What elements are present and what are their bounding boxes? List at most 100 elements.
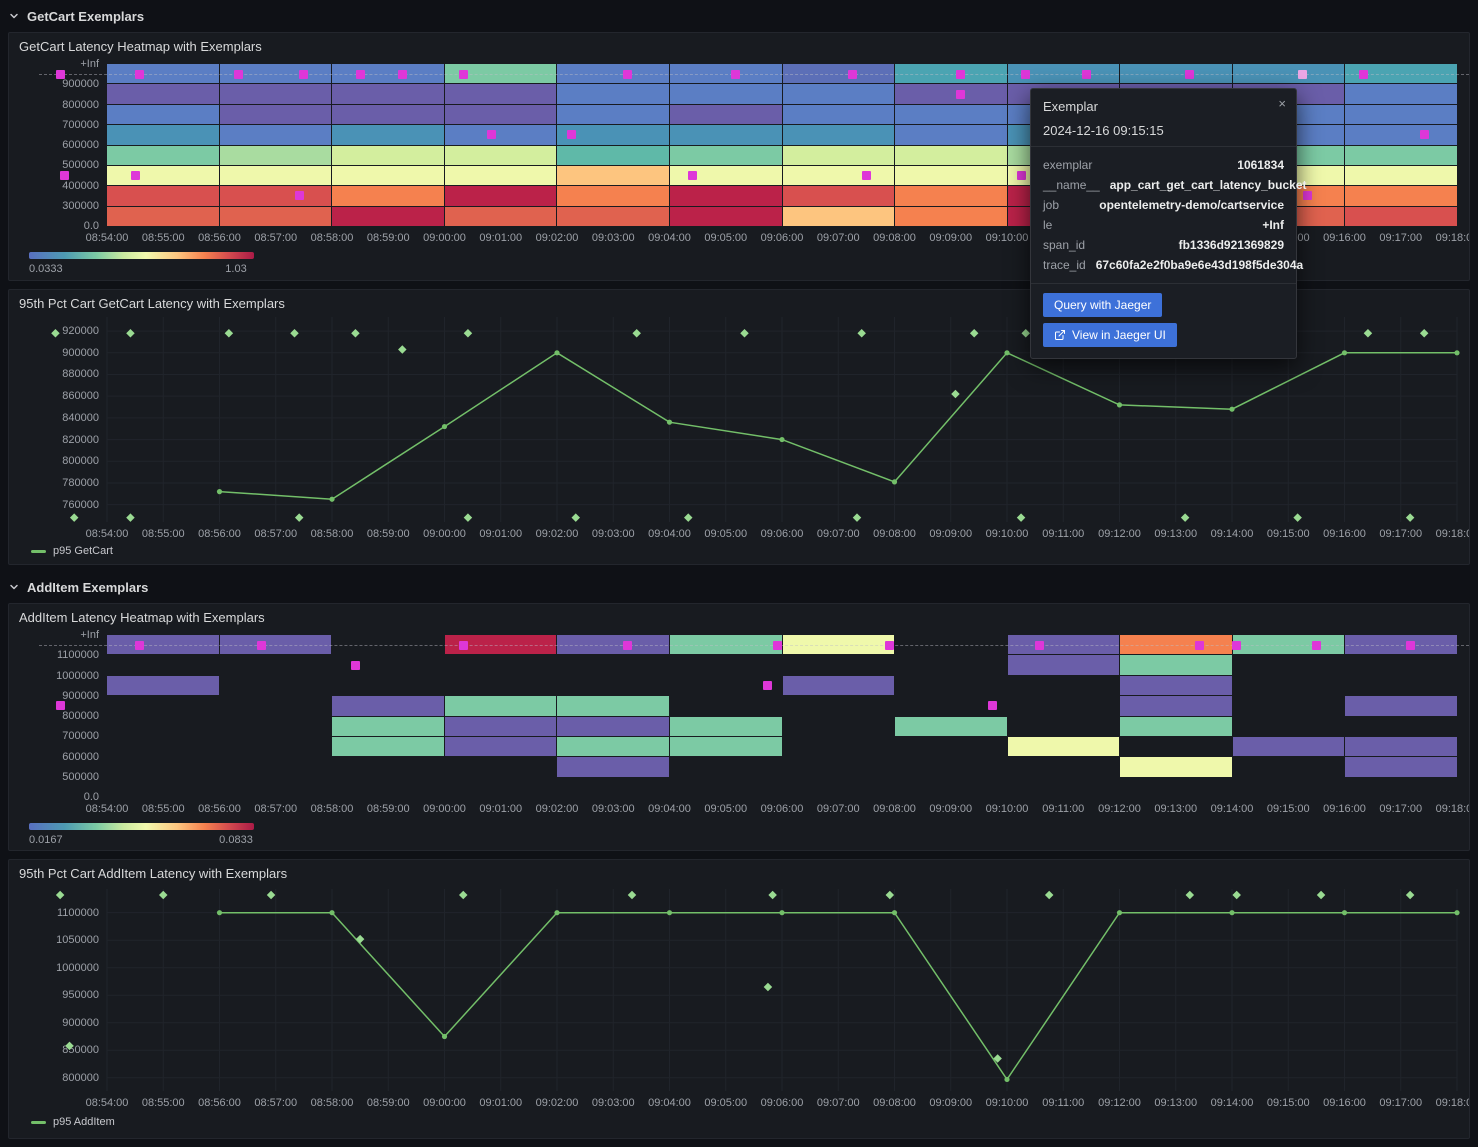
exemplar-diamond[interactable] bbox=[126, 329, 134, 337]
series-point[interactable] bbox=[667, 910, 672, 915]
exemplar-marker[interactable] bbox=[623, 641, 632, 650]
exemplar-diamond[interactable] bbox=[768, 891, 776, 899]
exemplar-marker[interactable] bbox=[299, 70, 308, 79]
series-point[interactable] bbox=[892, 910, 897, 915]
series-point[interactable] bbox=[329, 497, 334, 502]
exemplar-marker[interactable] bbox=[234, 70, 243, 79]
series-point[interactable] bbox=[442, 1034, 447, 1039]
view-in-jaeger-ui-button[interactable]: View in Jaeger UI bbox=[1043, 323, 1177, 347]
exemplar-marker[interactable] bbox=[567, 130, 576, 139]
exemplar-diamond[interactable] bbox=[356, 935, 364, 943]
exemplar-diamond[interactable] bbox=[1022, 329, 1030, 337]
series-point[interactable] bbox=[1454, 350, 1459, 355]
exemplar-marker[interactable] bbox=[988, 701, 997, 710]
exemplar-marker[interactable] bbox=[351, 661, 360, 670]
exemplar-diamond[interactable] bbox=[290, 329, 298, 337]
series-point[interactable] bbox=[1342, 910, 1347, 915]
exemplar-diamond[interactable] bbox=[1406, 891, 1414, 899]
exemplar-diamond[interactable] bbox=[459, 891, 467, 899]
exemplar-diamond[interactable] bbox=[853, 513, 861, 521]
exemplar-marker[interactable] bbox=[1195, 641, 1204, 650]
series-legend-label[interactable]: p95 AddItem bbox=[53, 1116, 115, 1128]
series-point[interactable] bbox=[1117, 402, 1122, 407]
series-point[interactable] bbox=[217, 489, 222, 494]
close-icon[interactable]: × bbox=[1278, 97, 1286, 110]
exemplar-marker[interactable] bbox=[459, 70, 468, 79]
exemplar-diamond[interactable] bbox=[1232, 891, 1240, 899]
exemplar-diamond[interactable] bbox=[1293, 513, 1301, 521]
exemplar-marker[interactable] bbox=[1082, 70, 1091, 79]
exemplar-marker[interactable] bbox=[763, 681, 772, 690]
exemplar-marker[interactable] bbox=[356, 70, 365, 79]
exemplar-diamond[interactable] bbox=[464, 513, 472, 521]
exemplar-marker[interactable] bbox=[1359, 70, 1368, 79]
exemplar-marker[interactable] bbox=[862, 171, 871, 180]
exemplar-marker[interactable] bbox=[1035, 641, 1044, 650]
series-point[interactable] bbox=[1229, 407, 1234, 412]
exemplar-diamond[interactable] bbox=[1406, 513, 1414, 521]
exemplar-marker[interactable] bbox=[731, 70, 740, 79]
series-point[interactable] bbox=[442, 424, 447, 429]
exemplar-marker[interactable] bbox=[1420, 130, 1429, 139]
series-legend-label[interactable]: p95 GetCart bbox=[53, 545, 113, 557]
series-point[interactable] bbox=[1454, 910, 1459, 915]
series-point[interactable] bbox=[1229, 910, 1234, 915]
exemplar-marker[interactable] bbox=[1017, 171, 1026, 180]
exemplar-marker[interactable] bbox=[1406, 641, 1415, 650]
exemplar-marker[interactable] bbox=[848, 70, 857, 79]
exemplar-marker[interactable] bbox=[295, 191, 304, 200]
exemplar-marker[interactable] bbox=[135, 641, 144, 650]
series-point[interactable] bbox=[779, 910, 784, 915]
exemplar-marker[interactable] bbox=[623, 70, 632, 79]
exemplar-marker[interactable] bbox=[56, 701, 65, 710]
exemplar-marker[interactable] bbox=[135, 70, 144, 79]
exemplar-marker[interactable] bbox=[60, 171, 69, 180]
exemplar-marker[interactable] bbox=[956, 70, 965, 79]
series-point[interactable] bbox=[892, 479, 897, 484]
exemplar-diamond[interactable] bbox=[159, 891, 167, 899]
series-point[interactable] bbox=[217, 910, 222, 915]
series-point[interactable] bbox=[1004, 1077, 1009, 1082]
exemplar-diamond[interactable] bbox=[1420, 329, 1428, 337]
series-point[interactable] bbox=[1117, 910, 1122, 915]
section-row-getcart-exemplars[interactable]: GetCart Exemplars bbox=[8, 1, 144, 31]
exemplar-diamond[interactable] bbox=[684, 513, 692, 521]
exemplar-diamond[interactable] bbox=[1017, 513, 1025, 521]
chevron-down-icon[interactable] bbox=[8, 581, 20, 593]
exemplar-diamond[interactable] bbox=[1317, 891, 1325, 899]
series-point[interactable] bbox=[1342, 350, 1347, 355]
exemplar-marker-selected[interactable] bbox=[1298, 70, 1307, 79]
query-with-jaeger-button[interactable]: Query with Jaeger bbox=[1043, 293, 1162, 317]
series-point[interactable] bbox=[1004, 350, 1009, 355]
exemplar-diamond[interactable] bbox=[464, 329, 472, 337]
exemplar-diamond[interactable] bbox=[764, 983, 772, 991]
panel-title[interactable]: GetCart Latency Heatmap with Exemplars bbox=[19, 39, 262, 54]
exemplar-diamond[interactable] bbox=[632, 329, 640, 337]
series-point[interactable] bbox=[329, 910, 334, 915]
panel-title[interactable]: 95th Pct Cart GetCart Latency with Exemp… bbox=[19, 296, 285, 311]
series-legend[interactable]: p95 GetCart bbox=[31, 545, 113, 557]
exemplar-diamond[interactable] bbox=[970, 329, 978, 337]
exemplar-diamond[interactable] bbox=[1364, 329, 1372, 337]
exemplar-diamond[interactable] bbox=[1181, 513, 1189, 521]
exemplar-diamond[interactable] bbox=[740, 329, 748, 337]
exemplar-marker[interactable] bbox=[56, 70, 65, 79]
exemplar-marker[interactable] bbox=[688, 171, 697, 180]
exemplar-diamond[interactable] bbox=[857, 329, 865, 337]
exemplar-marker[interactable] bbox=[487, 130, 496, 139]
exemplar-diamond[interactable] bbox=[225, 329, 233, 337]
exemplar-marker[interactable] bbox=[1303, 191, 1312, 200]
exemplar-marker[interactable] bbox=[1185, 70, 1194, 79]
panel-title[interactable]: 95th Pct Cart AddItem Latency with Exemp… bbox=[19, 866, 287, 881]
series-point[interactable] bbox=[779, 437, 784, 442]
exemplar-diamond[interactable] bbox=[351, 329, 359, 337]
exemplar-marker[interactable] bbox=[257, 641, 266, 650]
series-legend[interactable]: p95 AddItem bbox=[31, 1116, 115, 1128]
exemplar-diamond[interactable] bbox=[295, 513, 303, 521]
exemplar-diamond[interactable] bbox=[628, 891, 636, 899]
exemplar-marker[interactable] bbox=[131, 171, 140, 180]
exemplar-diamond[interactable] bbox=[1186, 891, 1194, 899]
exemplar-marker[interactable] bbox=[398, 70, 407, 79]
series-point[interactable] bbox=[554, 910, 559, 915]
panel-title[interactable]: AddItem Latency Heatmap with Exemplars bbox=[19, 610, 265, 625]
